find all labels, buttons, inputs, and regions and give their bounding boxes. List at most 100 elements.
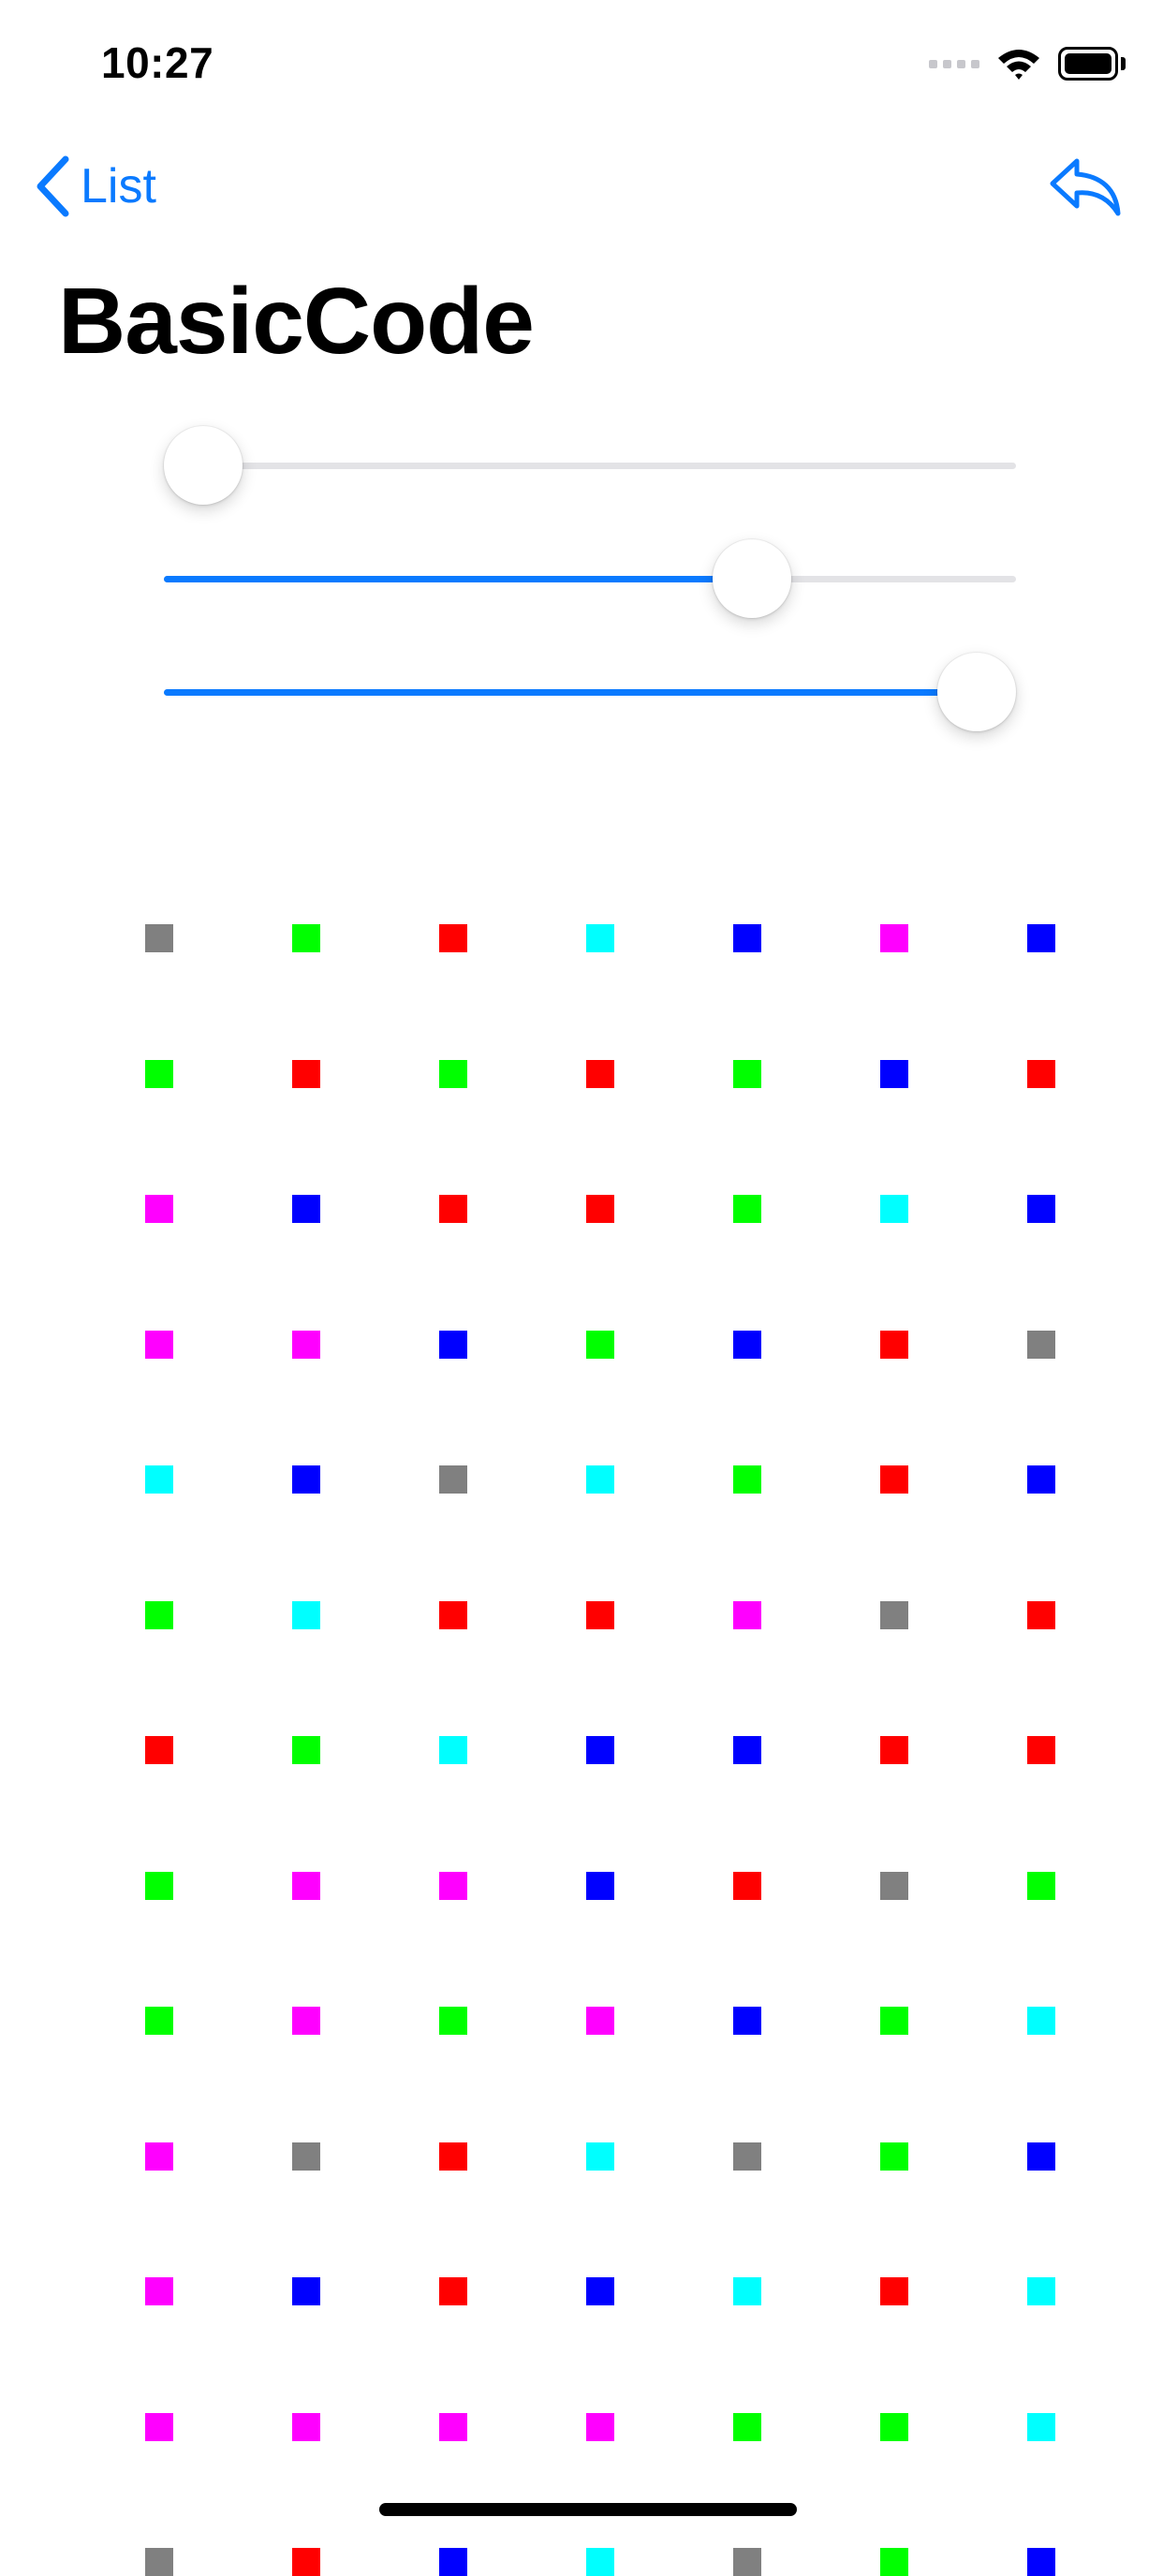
slider-fill (164, 576, 753, 582)
grid-square (439, 2548, 467, 2576)
grid-square (880, 1736, 908, 1764)
grid-square (145, 924, 173, 952)
home-indicator (379, 2503, 797, 2516)
grid-square (292, 2413, 320, 2441)
grid-square (292, 1872, 320, 1900)
grid-square (733, 2142, 761, 2171)
grid-square (145, 2413, 173, 2441)
grid-square (145, 1331, 173, 1359)
grid-square (292, 2277, 320, 2305)
grid-square (586, 2007, 614, 2035)
grid-square (145, 1465, 173, 1494)
grid-square (586, 2548, 614, 2576)
grid-square (586, 2277, 614, 2305)
signal-dots-icon (929, 59, 979, 68)
grid-square (733, 1872, 761, 1900)
grid-square (733, 2007, 761, 2035)
slider-1[interactable] (164, 426, 1016, 505)
reply-arrow-icon (1050, 158, 1121, 216)
slider-thumb[interactable] (164, 426, 243, 505)
grid-square (145, 1195, 173, 1223)
grid-square (439, 1601, 467, 1629)
grid-square (439, 1195, 467, 1223)
grid-square (880, 2413, 908, 2441)
grid-square (880, 2277, 908, 2305)
grid-square (292, 2142, 320, 2171)
grid-square (145, 1060, 173, 1088)
slider-2[interactable] (164, 539, 1016, 618)
grid-square (292, 2548, 320, 2576)
grid-square (733, 1060, 761, 1088)
grid-square (880, 1465, 908, 1494)
grid-square (733, 1736, 761, 1764)
grid-square (439, 924, 467, 952)
grid-square (1027, 1195, 1055, 1223)
grid-square (1027, 1465, 1055, 1494)
back-button[interactable]: List (34, 154, 156, 219)
grid-square (439, 1465, 467, 1494)
grid-square (1027, 2277, 1055, 2305)
slider-track (164, 463, 1016, 469)
back-label: List (81, 159, 156, 213)
grid-square (292, 1331, 320, 1359)
grid-square (733, 2277, 761, 2305)
grid-square (733, 2413, 761, 2441)
slider-thumb[interactable] (937, 653, 1016, 731)
grid-square (586, 1872, 614, 1900)
grid-square (1027, 924, 1055, 952)
grid-square (880, 924, 908, 952)
grid-square (586, 1060, 614, 1088)
grid-square (439, 1736, 467, 1764)
grid-square (733, 924, 761, 952)
grid-square (292, 1195, 320, 1223)
grid-square (439, 1872, 467, 1900)
grid-square (145, 2548, 173, 2576)
grid-square (880, 2142, 908, 2171)
grid-square (880, 1601, 908, 1629)
wifi-icon (998, 50, 1039, 80)
grid-square (733, 1331, 761, 1359)
grid-square (733, 1465, 761, 1494)
grid-square (880, 2548, 908, 2576)
grid-square (145, 1601, 173, 1629)
grid-square (292, 1465, 320, 1494)
grid-square (880, 1872, 908, 1900)
grid-square (1027, 1601, 1055, 1629)
grid-square (292, 1601, 320, 1629)
slider-3[interactable] (164, 653, 1016, 731)
grid-square (292, 2007, 320, 2035)
grid-square (880, 1331, 908, 1359)
slider-thumb[interactable] (713, 539, 792, 618)
grid-square (145, 1736, 173, 1764)
grid-square (586, 924, 614, 952)
status-icons (929, 43, 1126, 84)
status-time: 10:27 (101, 38, 214, 87)
grid-square (1027, 2142, 1055, 2171)
slider-fill (164, 689, 977, 696)
grid-square (439, 2007, 467, 2035)
reply-button[interactable] (1049, 155, 1122, 217)
grid-square (1027, 1736, 1055, 1764)
grid-square (586, 2142, 614, 2171)
grid-square (880, 1060, 908, 1088)
grid-square (880, 1195, 908, 1223)
grid-square (733, 1195, 761, 1223)
grid-square (1027, 2007, 1055, 2035)
grid-square (586, 1601, 614, 1629)
grid-square (586, 1736, 614, 1764)
grid-square (586, 1465, 614, 1494)
grid-square (439, 2277, 467, 2305)
grid-square (439, 1331, 467, 1359)
grid-square (880, 2007, 908, 2035)
grid-square (292, 924, 320, 952)
grid-square (586, 1195, 614, 1223)
chevron-left-icon (37, 155, 69, 217)
grid-square (439, 2413, 467, 2441)
grid-square (145, 2007, 173, 2035)
grid-square (733, 1601, 761, 1629)
grid-square (586, 2413, 614, 2441)
grid-square (1027, 2413, 1055, 2441)
grid-square (292, 1060, 320, 1088)
grid-square (1027, 1331, 1055, 1359)
grid-square (1027, 1872, 1055, 1900)
